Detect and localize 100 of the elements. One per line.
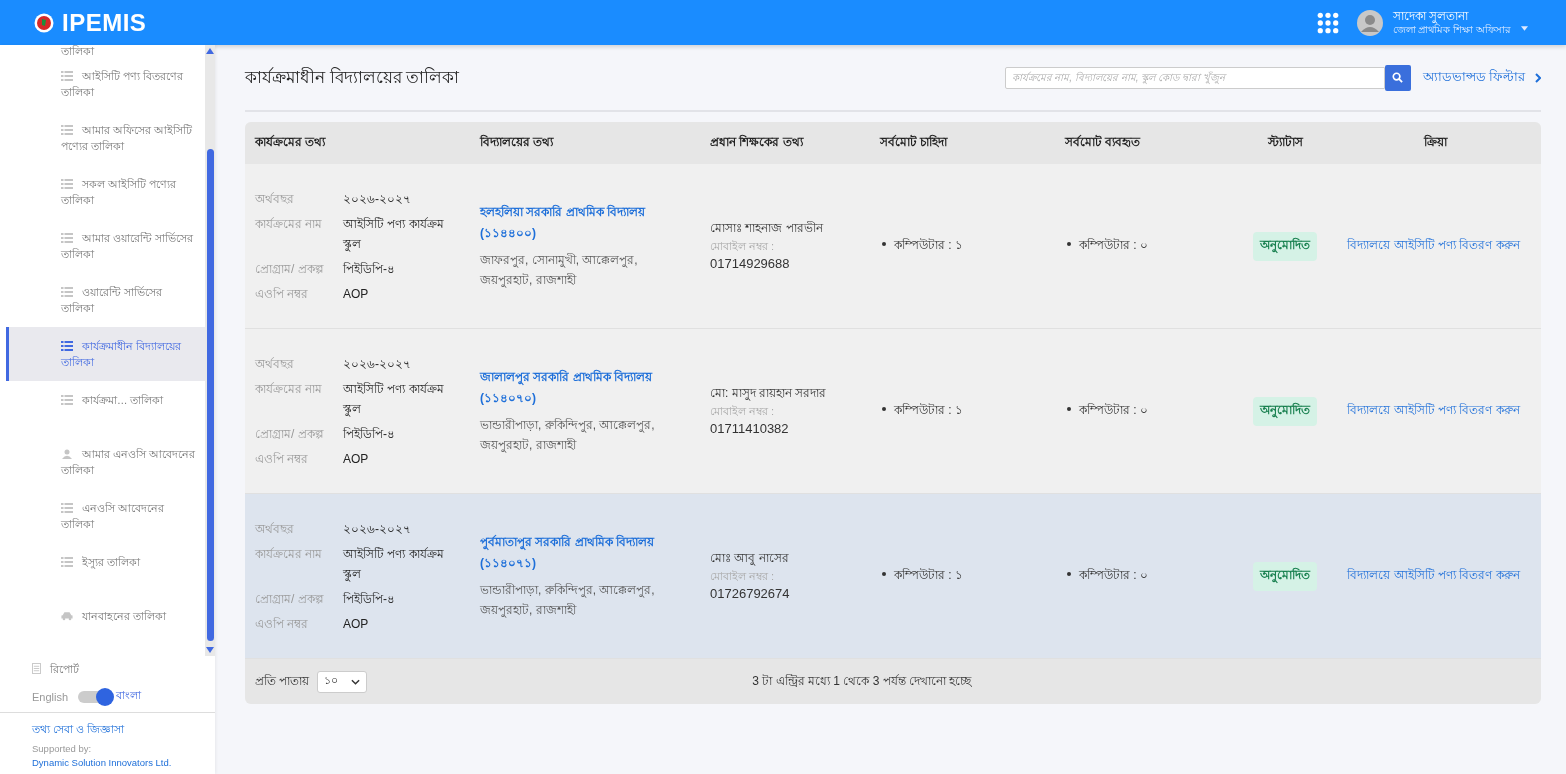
field-value: AOP [343, 615, 370, 633]
per-page-select[interactable]: ১০ [317, 670, 368, 693]
sidebar-item[interactable]: কার্যক্রমাধীন বিদ্যালয়ের তালিকা [6, 327, 205, 381]
school-address: ভান্ডারীপাড়া, রুকিন্দিপুর, আক্কেলপুর, জয়পুরহাট, রাজশাহী [480, 417, 656, 455]
field-value: পিইডিপি-৪ [343, 260, 396, 278]
field-value: আইসিটি পণ্য কার্যক্রম স্কুল [343, 545, 445, 584]
column-header: সর্বমোট ব্যবহৃত [1055, 122, 1240, 164]
field-label: প্রোগ্রাম/ প্রকল্প [255, 260, 325, 278]
entries-info: 3 টা এন্ট্রির মধ্যে 1 থেকে 3 পর্যন্ত দেখানো হচ্ছে [752, 672, 972, 690]
sidebar-item[interactable]: ওয়ারেন্টি সার্ভিসের তালিকা [6, 273, 205, 327]
field-value: AOP [343, 450, 370, 468]
list-icon [61, 125, 73, 135]
demand-item: কম্পিউটার : ১ [880, 236, 963, 256]
field-value: পিইডিপি-৪ [343, 590, 396, 608]
person-icon [61, 449, 73, 459]
field-label: এওপি নম্বর [255, 285, 310, 303]
distribute-link[interactable]: বিদ্যালয়ে আইসিটি পণ্য বিতরণ করুন [1347, 566, 1520, 586]
status-badge: অনুমোদিত [1253, 561, 1317, 591]
column-header: ক্রিয়া [1330, 122, 1541, 164]
school-link[interactable]: পুর্বমাতাপুর সরকারি প্রাথমিক বিদ্যালয় (১১৪০৭১) [480, 532, 690, 574]
emblem-icon [34, 12, 54, 33]
distribute-link[interactable]: বিদ্যালয়ে আইসিটি পণ্য বিতরণ করুন [1347, 236, 1520, 256]
user-name[interactable]: সাদেকা সুলতানা [1392, 8, 1511, 23]
chevron-right-icon[interactable] [1535, 72, 1541, 83]
distribute-link[interactable]: বিদ্যালয়ে আইসিটি পণ্য বিতরণ করুন [1347, 401, 1520, 421]
used-item: কম্পিউটার : ০ [1065, 401, 1148, 421]
list-icon [61, 557, 73, 567]
sidebar-item[interactable]: রিপোর্ট [0, 656, 215, 683]
field-value: ২০২৬-২০২৭ [343, 190, 412, 208]
field-value: আইসিটি পণ্য কার্যক্রম স্কুল [343, 215, 445, 254]
mobile-label: মোবাইল নম্বর : [710, 569, 776, 584]
field-value: ২০২৬-২০২৭ [343, 520, 412, 538]
list-icon [61, 233, 73, 243]
head-teacher-name: মো: মাসুদ রায়হান সরদার [710, 385, 828, 403]
school-link[interactable]: জালালপুর সরকারি প্রাথমিক বিদ্যালয় (১১৪০৭০) [480, 367, 690, 409]
sidebar-item[interactable]: কার্যক্রমা… তালিকা [6, 381, 205, 435]
field-label: কার্যক্রমের নাম [255, 380, 324, 398]
document-icon [32, 663, 41, 674]
mobile-number: 01726792674 [710, 585, 791, 603]
column-header: বিদ্যালয়ের তথ্য [470, 122, 700, 164]
field-label: অর্থবছর [255, 520, 295, 538]
school-address: জাফরপুর, সোনামুখী, আক্কেলপুর, জয়পুরহাট, রাজশাহী [480, 252, 639, 290]
sidebar-item[interactable]: তালিকা [6, 45, 205, 57]
school-address: ভান্ডারীপাড়া, রুকিন্দিপুর, আক্কেলপুর, জয়পুরহাট, রাজশাহী [480, 582, 656, 620]
field-label: কার্যক্রমের নাম [255, 545, 324, 563]
list-icon [61, 71, 73, 81]
mobile-number: 01711410382 [710, 420, 790, 438]
chevron-down-icon [351, 678, 361, 685]
language-toggle[interactable] [78, 690, 113, 703]
sidebar-item[interactable]: এনওসি আবেদনের তালিকা [6, 489, 205, 543]
sidebar-item[interactable]: যানবাহনের তালিকা [6, 597, 205, 651]
company-link[interactable]: Dynamic Solution Innovators Ltd. [32, 757, 215, 768]
demand-item: কম্পিউটার : ১ [880, 401, 963, 421]
sidebar-item[interactable]: সকল আইসিটি পণ্যের তালিকা [6, 165, 205, 219]
field-value: ২০২৬-২০২৭ [343, 355, 412, 373]
field-label: অর্থবছর [255, 190, 295, 208]
per-page-label: প্রতি পাতায় [255, 672, 310, 690]
avatar-icon[interactable] [1356, 9, 1383, 36]
search-button[interactable] [1384, 64, 1411, 91]
list-icon [61, 287, 73, 297]
sidebar-item[interactable]: ইস্যুর তালিকা [6, 543, 205, 597]
field-label: কার্যক্রমের নাম [255, 215, 324, 233]
search-field[interactable]: কার্যক্রমের নাম, বিদ্যালয়ের নাম, স্কুল কোড দ্বারা খুঁজুন [1004, 66, 1385, 89]
mobile-label: মোবাইল নম্বর : [710, 404, 776, 419]
school-link[interactable]: হলহলিয়া সরকারি প্রাথমিক বিদ্যালয় (১১৪৪০০) [480, 202, 690, 244]
list-icon [61, 179, 73, 189]
help-link[interactable]: তথ্য সেবা ও জিজ্ঞাসা [32, 721, 215, 740]
supported-by-label: Supported by: [32, 743, 93, 754]
list-icon [61, 395, 73, 405]
demand-item: কম্পিউটার : ১ [880, 566, 963, 586]
advanced-filter-link[interactable]: অ্যাডভান্সড ফিল্টার [1422, 67, 1525, 88]
search-icon [1392, 72, 1403, 83]
column-header: প্রধান শিক্ষকের তথ্য [700, 122, 870, 164]
scroll-down-icon[interactable] [206, 647, 214, 653]
scrollbar[interactable] [205, 45, 215, 656]
language-label: বাংলা [116, 688, 142, 703]
mobile-number: 01714929688 [710, 255, 791, 273]
field-value: আইসিটি পণ্য কার্যক্রম স্কুল [343, 380, 445, 419]
list-icon [61, 503, 73, 513]
head-teacher-name: মোসাঃ শাহনাজ পারভীন [710, 220, 825, 237]
column-header: কার্যক্রমের তথ্য [245, 122, 470, 164]
head-teacher-name: মোঃ আবু নাসের [710, 550, 790, 568]
apps-grid-icon[interactable] [1316, 11, 1339, 34]
column-header: সর্বমোট চাহিদা [870, 122, 1055, 164]
app-logo-text[interactable]: IPEMIS [62, 8, 147, 37]
scroll-up-icon[interactable] [206, 48, 214, 54]
mobile-label: মোবাইল নম্বর : [710, 239, 776, 254]
car-icon [61, 611, 73, 621]
sidebar-item[interactable]: আমার অফিসের আইসিটি পণ্যের তালিকা [6, 111, 205, 165]
sidebar-item[interactable]: আমার এনওসি আবেদনের তালিকা [6, 435, 205, 489]
used-item: কম্পিউটার : ০ [1065, 566, 1148, 586]
field-label: এওপি নম্বর [255, 615, 310, 633]
column-header: স্ট্যাটাস [1240, 122, 1330, 164]
status-badge: অনুমোদিত [1253, 231, 1317, 261]
field-label: প্রোগ্রাম/ প্রকল্প [255, 590, 325, 608]
sidebar-item[interactable]: আমার ওয়ারেন্টি সার্ভিসের তালিকা [6, 219, 205, 273]
field-label: এওপি নম্বর [255, 450, 310, 468]
sidebar-item[interactable]: আইসিটি পণ্য বিতরণের তালিকা [6, 57, 205, 111]
caret-icon[interactable] [1521, 26, 1528, 31]
page-title: কার্যক্রমাধীন বিদ্যালয়ের তালিকা [245, 66, 460, 89]
